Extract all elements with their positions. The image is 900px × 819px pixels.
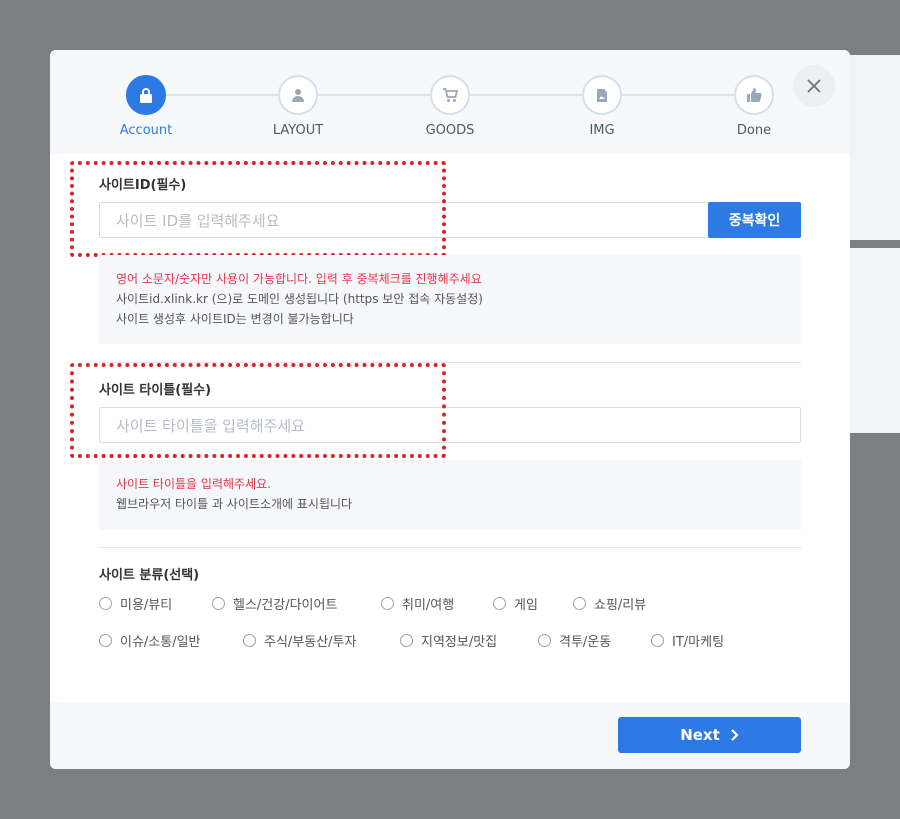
site-id-note-immutable: 사이트 생성후 사이트ID는 변경이 불가능합니다 [116, 312, 354, 326]
step-label: GOODS [425, 123, 475, 138]
category-title: 사이트 분류(선택) [99, 568, 200, 583]
setup-wizard-modal: Account LAYOUT GOODS IMG Done 사이트ID(필수) … [50, 50, 850, 769]
highlight-box [70, 161, 446, 257]
radio-label: 격투/운동 [559, 635, 612, 650]
category-row: 이슈/소통/일반 주식/부동산/투자 지역정보/맛집 격투/운동 IT/마케팅 [99, 631, 751, 650]
user-icon [278, 75, 318, 115]
lock-icon [126, 75, 166, 115]
modal-footer: Next [50, 702, 850, 769]
next-button[interactable]: Next [618, 717, 801, 753]
step-account[interactable]: Account [101, 75, 191, 138]
radio-circle-icon [212, 597, 225, 610]
cart-icon [430, 75, 470, 115]
stepper-header: Account LAYOUT GOODS IMG Done [50, 50, 850, 154]
step-done[interactable]: Done [709, 75, 799, 138]
radio-label: 쇼핑/리뷰 [594, 598, 647, 613]
category-radio[interactable]: 미용/뷰티 [99, 594, 212, 613]
radio-circle-icon [243, 634, 256, 647]
radio-label: 지역정보/맛집 [421, 635, 498, 650]
radio-label: 취미/여행 [402, 598, 455, 613]
step-img[interactable]: IMG [557, 75, 647, 138]
thumbs-up-icon [734, 75, 774, 115]
radio-label: 이슈/소통/일반 [120, 635, 201, 650]
site-id-note-domain: 사이트id.xlink.kr (으)로 도메인 생성됩니다 (https 보안 … [116, 292, 483, 306]
radio-circle-icon [493, 597, 506, 610]
radio-label: 게임 [514, 598, 538, 613]
step-goods[interactable]: GOODS [405, 75, 495, 138]
step-label: IMG [589, 123, 615, 138]
close-button[interactable] [793, 65, 835, 107]
category-radio[interactable]: 이슈/소통/일반 [99, 631, 243, 650]
category-radio[interactable]: 주식/부동산/투자 [243, 631, 400, 650]
category-radio[interactable]: 취미/여행 [381, 594, 493, 613]
radio-label: 주식/부동산/투자 [264, 635, 357, 650]
category-radio[interactable]: 격투/운동 [538, 631, 651, 650]
radio-circle-icon [99, 634, 112, 647]
site-id-warning: 영어 소문자/숫자만 사용이 가능합니다. 입력 후 중복체크를 진행해주세요 [116, 272, 482, 286]
radio-circle-icon [400, 634, 413, 647]
step-label: Done [736, 123, 772, 138]
step-label: LAYOUT [272, 123, 324, 138]
radio-label: 미용/뷰티 [120, 598, 173, 613]
category-radio[interactable]: 헬스/건강/다이어트 [212, 594, 381, 613]
category-row: 미용/뷰티 헬스/건강/다이어트 취미/여행 게임 쇼핑/리뷰 [99, 594, 673, 613]
category-radio[interactable]: 게임 [493, 594, 573, 613]
background-card [848, 248, 900, 433]
radio-circle-icon [99, 597, 112, 610]
radio-label: 헬스/건강/다이어트 [233, 598, 338, 613]
category-radio[interactable]: IT/마케팅 [651, 631, 751, 650]
site-id-notes: 영어 소문자/숫자만 사용이 가능합니다. 입력 후 중복체크를 진행해주세요 … [99, 255, 801, 344]
site-title-notes: 사이트 타이틀을 입력해주세요. 웹브라우저 타이틀 과 사이트소개에 표시됩니… [99, 460, 801, 530]
category-radio[interactable]: 쇼핑/리뷰 [573, 594, 673, 613]
site-title-note: 웹브라우저 타이틀 과 사이트소개에 표시됩니다 [116, 497, 353, 511]
radio-circle-icon [381, 597, 394, 610]
radio-circle-icon [538, 634, 551, 647]
step-label: Account [119, 123, 173, 138]
radio-label: IT/마케팅 [672, 635, 725, 650]
site-title-warning: 사이트 타이틀을 입력해주세요. [116, 477, 271, 491]
step-layout[interactable]: LAYOUT [253, 75, 343, 138]
category-radio[interactable]: 지역정보/맛집 [400, 631, 538, 650]
image-file-icon [582, 75, 622, 115]
radio-circle-icon [573, 597, 586, 610]
highlight-box [70, 363, 446, 458]
duplicate-check-button[interactable]: 중복확인 [708, 202, 801, 238]
close-icon [807, 79, 821, 93]
chevron-right-icon [731, 729, 739, 741]
background-card [848, 55, 900, 240]
divider [99, 547, 801, 548]
next-label: Next [680, 726, 720, 744]
radio-circle-icon [651, 634, 664, 647]
